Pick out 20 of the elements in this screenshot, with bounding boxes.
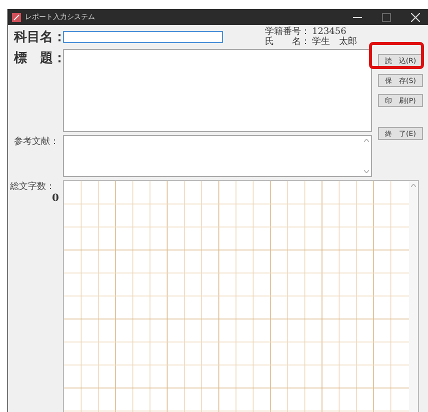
app-icon bbox=[12, 12, 21, 22]
char-count-value: 0 bbox=[52, 193, 59, 204]
scroll-up-icon[interactable] bbox=[364, 139, 368, 142]
student-info-value: 学生 太郎 bbox=[312, 37, 357, 47]
references-label: 参考文献： bbox=[14, 136, 60, 149]
title-field[interactable] bbox=[63, 49, 372, 132]
references-field[interactable] bbox=[63, 135, 372, 177]
title-label: 標 題： bbox=[14, 50, 63, 68]
student-info-label: 氏 名： bbox=[265, 37, 310, 47]
scroll-down-icon[interactable] bbox=[364, 170, 368, 173]
close-icon[interactable] bbox=[411, 12, 420, 22]
manuscript-grid[interactable] bbox=[64, 181, 409, 412]
maximize-icon[interactable] bbox=[382, 12, 391, 22]
scroll-up-icon[interactable] bbox=[410, 184, 416, 187]
subject-label: 科目名： bbox=[14, 29, 63, 46]
student-info-value: 123456 bbox=[312, 27, 346, 37]
student-info-label: 学籍番号： bbox=[265, 27, 310, 37]
char-count-label: 総文字数： bbox=[10, 180, 56, 193]
scrollbar[interactable] bbox=[361, 136, 371, 176]
subject-field[interactable] bbox=[63, 31, 223, 43]
